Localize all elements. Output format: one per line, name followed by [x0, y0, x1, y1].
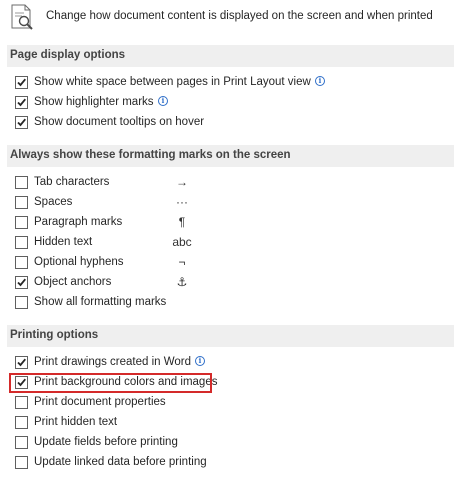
section-title: Always show these formatting marks on th…	[10, 149, 291, 161]
option-row[interactable]: Optional hyphens ¬	[15, 254, 445, 272]
option-label: Optional hyphens	[34, 256, 124, 268]
option-row[interactable]: Print hidden text	[15, 414, 445, 432]
option-row[interactable]: Object anchors ⚓	[15, 274, 445, 292]
option-label: Show all formatting marks	[34, 296, 167, 308]
checkbox[interactable]	[15, 356, 28, 369]
formatting-mark-symbol: ¬	[178, 255, 186, 269]
checkbox[interactable]	[15, 256, 28, 269]
options-header: Change how document content is displayed…	[0, 0, 454, 34]
formatting-mark-symbol: ¶	[178, 215, 186, 229]
checkbox[interactable]	[15, 96, 28, 109]
header-description: Change how document content is displayed…	[46, 10, 433, 22]
checkbox[interactable]	[15, 196, 28, 209]
option-row[interactable]: Show white space between pages in Print …	[15, 74, 445, 92]
option-row[interactable]: Update linked data before printing	[15, 454, 445, 472]
checkbox[interactable]	[15, 176, 28, 189]
option-label: Update fields before printing	[34, 436, 178, 448]
formatting-mark-symbol: ···	[176, 195, 188, 209]
option-row[interactable]: Spaces ···	[15, 194, 445, 212]
option-label: Update linked data before printing	[34, 456, 207, 468]
checkbox[interactable]	[15, 116, 28, 129]
checkbox[interactable]	[15, 436, 28, 449]
option-row[interactable]: Show highlighter marks i	[15, 94, 445, 112]
info-icon[interactable]: i	[195, 356, 205, 366]
highlight-box	[9, 373, 212, 393]
option-row[interactable]: Hidden text abc	[15, 234, 445, 252]
option-row[interactable]: Show document tooltips on hover	[15, 114, 445, 132]
checkbox[interactable]	[15, 236, 28, 249]
section-title: Page display options	[10, 49, 126, 61]
option-label: Object anchors	[34, 276, 112, 288]
option-label: Show white space between pages in Print …	[34, 76, 311, 88]
option-row[interactable]: Show all formatting marks	[15, 294, 445, 312]
formatting-mark-symbol: →	[176, 175, 188, 189]
checkbox[interactable]	[15, 216, 28, 229]
checkbox[interactable]	[15, 396, 28, 409]
option-row[interactable]: Paragraph marks ¶	[15, 214, 445, 232]
option-label: Tab characters	[34, 176, 110, 188]
formatting-mark-symbol: abc	[172, 235, 192, 249]
checkbox[interactable]	[15, 416, 28, 429]
info-icon[interactable]: i	[158, 96, 168, 106]
option-row[interactable]: Print drawings created in Word i	[15, 354, 445, 372]
checkbox[interactable]	[15, 276, 28, 289]
option-row[interactable]: Print document properties	[15, 394, 445, 412]
option-label: Hidden text	[34, 236, 93, 248]
checkbox[interactable]	[15, 76, 28, 89]
section-printing: Printing options	[7, 325, 454, 347]
formatting-mark-symbol: ⚓	[176, 275, 188, 289]
section-formatting-marks: Always show these formatting marks on th…	[7, 145, 454, 167]
option-label: Show document tooltips on hover	[34, 116, 205, 128]
option-row[interactable]: Update fields before printing	[15, 434, 445, 452]
option-label: Print document properties	[34, 396, 166, 408]
option-label: Paragraph marks	[34, 216, 123, 228]
section-title: Printing options	[10, 329, 99, 341]
section-page-display: Page display options	[7, 45, 454, 67]
document-magnifier-icon	[11, 4, 33, 30]
checkbox[interactable]	[15, 296, 28, 309]
option-label: Show highlighter marks	[34, 96, 154, 108]
option-label: Spaces	[34, 196, 73, 208]
option-label: Print hidden text	[34, 416, 118, 428]
option-row[interactable]: Tab characters →	[15, 174, 445, 192]
option-label: Print drawings created in Word	[34, 356, 192, 368]
checkbox[interactable]	[15, 456, 28, 469]
info-icon[interactable]: i	[315, 76, 325, 86]
